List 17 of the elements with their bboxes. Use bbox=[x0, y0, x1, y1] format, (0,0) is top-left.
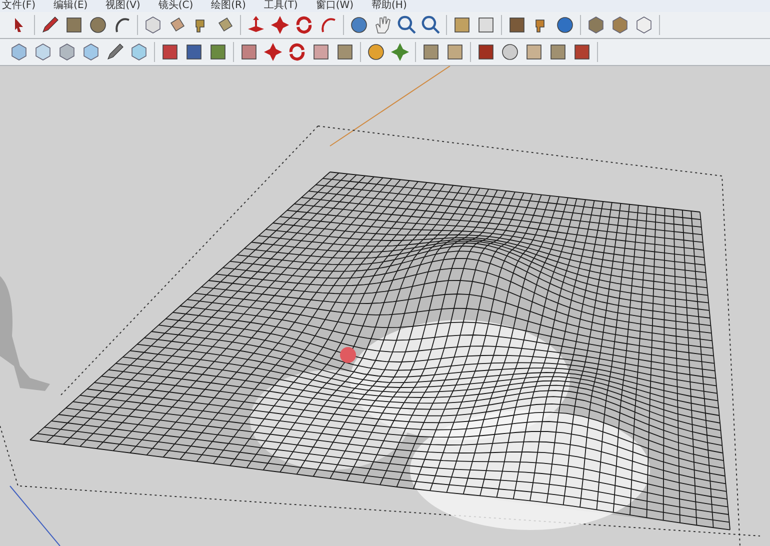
search-icon[interactable] bbox=[397, 14, 417, 35]
move-icon[interactable] bbox=[270, 14, 290, 35]
axis-line bbox=[10, 486, 60, 546]
zoom-extents-icon[interactable] bbox=[421, 14, 441, 35]
rectangle-icon[interactable] bbox=[64, 14, 84, 35]
push-pull-icon[interactable] bbox=[246, 14, 266, 35]
menu-item[interactable]: 绘图(R) bbox=[211, 0, 246, 12]
circle-icon[interactable] bbox=[88, 14, 108, 35]
pan-hand-icon[interactable] bbox=[373, 14, 393, 35]
cursor-marker-icon bbox=[340, 347, 356, 364]
rotate-icon[interactable] bbox=[294, 14, 314, 35]
menu-item[interactable]: 工具(T) bbox=[264, 0, 298, 12]
menu-item[interactable]: 编辑(E) bbox=[54, 0, 88, 12]
menu-item[interactable]: 帮助(H) bbox=[372, 0, 407, 12]
pencil-icon[interactable] bbox=[40, 14, 60, 35]
menu-item[interactable]: 视图(V) bbox=[106, 0, 140, 12]
menu-item[interactable]: 镜头(C) bbox=[158, 0, 194, 12]
